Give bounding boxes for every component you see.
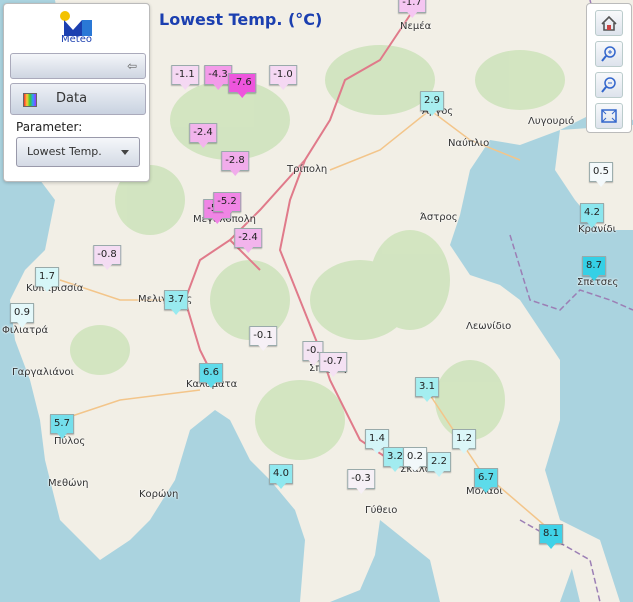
place-label: Άστρος xyxy=(420,212,458,223)
place-label: Νεμέα xyxy=(400,21,432,32)
temperature-marker[interactable]: -2.4 xyxy=(189,123,217,148)
temperature-marker[interactable]: 1.2 xyxy=(452,429,476,454)
zoom-in-icon xyxy=(601,46,616,62)
temperature-marker[interactable]: -0.7 xyxy=(319,352,347,377)
data-button-label: Data xyxy=(56,91,88,106)
map-toolbar xyxy=(586,3,632,133)
collapse-button[interactable]: ⇦ xyxy=(10,53,146,79)
control-panel: Meteo ⇦ Data Parameter: Lowest Temp. xyxy=(3,3,150,182)
temperature-marker[interactable]: -5.2 xyxy=(213,192,241,217)
temperature-marker[interactable]: 3.7 xyxy=(164,290,188,315)
temperature-marker[interactable]: 2.2 xyxy=(427,452,451,477)
fullscreen-button[interactable] xyxy=(595,103,623,129)
back-arrow-icon: ⇦ xyxy=(126,59,137,73)
temperature-marker[interactable]: 4.2 xyxy=(580,203,604,228)
temperature-marker[interactable]: -1.0 xyxy=(269,65,297,90)
temperature-marker[interactable]: 1.4 xyxy=(365,429,389,454)
temperature-marker[interactable]: 0.9 xyxy=(10,303,34,328)
temperature-marker[interactable]: 8.1 xyxy=(539,524,563,549)
temperature-marker[interactable]: -0.1 xyxy=(249,326,277,351)
data-button[interactable]: Data xyxy=(10,83,146,115)
temperature-marker[interactable]: 3.1 xyxy=(415,377,439,402)
temperature-marker[interactable]: -2.8 xyxy=(221,151,249,176)
logo-text: Meteo xyxy=(61,34,92,45)
temperature-marker[interactable]: 2.9 xyxy=(420,91,444,116)
parameter-label: Parameter: xyxy=(16,120,83,134)
place-label: Γαργαλιάνοι xyxy=(12,367,75,378)
place-label: Κορώνη xyxy=(139,489,179,500)
zoom-out-button[interactable] xyxy=(595,72,623,98)
temperature-marker[interactable]: 4.0 xyxy=(269,464,293,489)
temperature-marker[interactable]: 6.6 xyxy=(199,363,223,388)
temperature-marker[interactable]: -1.1 xyxy=(171,65,199,90)
place-label: Λεωνίδιο xyxy=(466,321,512,332)
fullscreen-icon xyxy=(601,109,617,123)
temperature-marker[interactable]: 0.5 xyxy=(589,162,613,187)
temperature-marker[interactable]: 5.7 xyxy=(50,414,74,439)
parameter-select[interactable]: Lowest Temp. xyxy=(16,137,140,167)
temperature-marker[interactable]: -0.8 xyxy=(93,245,121,270)
temperature-marker[interactable]: -1.7 xyxy=(398,0,426,18)
temperature-marker[interactable]: 6.7 xyxy=(474,468,498,493)
palette-icon xyxy=(23,93,37,107)
place-label: Λυγουριό xyxy=(528,116,575,127)
temperature-marker[interactable]: -7.6 xyxy=(228,73,256,98)
chevron-down-icon xyxy=(121,150,129,155)
place-label: Μεθώνη xyxy=(48,478,89,489)
temperature-marker[interactable]: 0.2 xyxy=(403,447,427,472)
zoom-in-button[interactable] xyxy=(595,41,623,67)
temperature-marker[interactable]: -0.3 xyxy=(347,469,375,494)
temperature-marker[interactable]: -2.4 xyxy=(234,228,262,253)
zoom-out-icon xyxy=(601,77,616,93)
home-button[interactable] xyxy=(595,10,623,36)
temperature-marker[interactable]: 1.7 xyxy=(35,267,59,292)
place-label: Γύθειο xyxy=(365,505,398,516)
parameter-select-value: Lowest Temp. xyxy=(27,145,102,158)
temperature-marker[interactable]: 8.7 xyxy=(582,256,606,281)
place-label: Ναύπλιο xyxy=(448,138,490,149)
place-label: Τρίπολη xyxy=(287,164,328,175)
map-title: Lowest Temp. (°C) xyxy=(159,10,323,29)
home-icon xyxy=(601,15,617,31)
